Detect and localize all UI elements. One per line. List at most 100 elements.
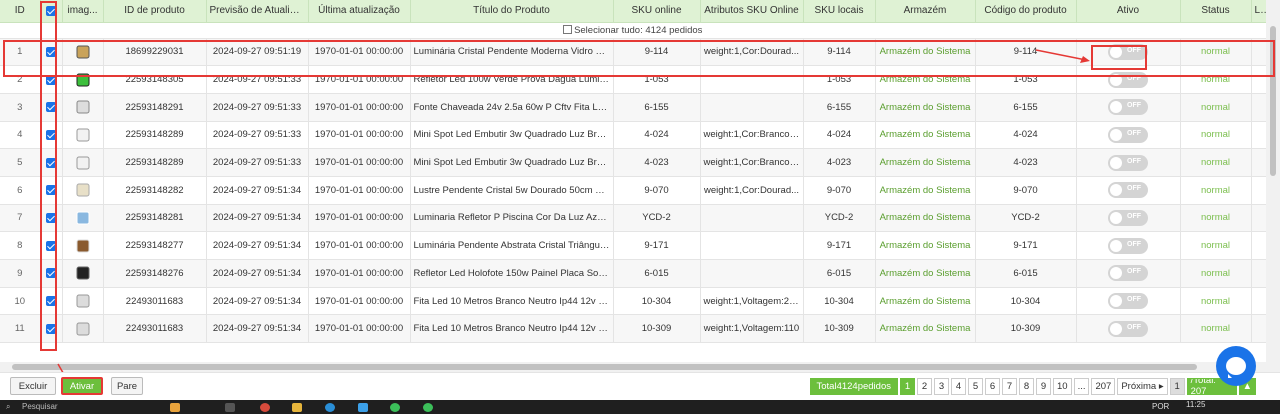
taskbar-spotify-icon[interactable] <box>390 403 400 412</box>
row-select-cell[interactable] <box>40 121 63 150</box>
col-header-title[interactable]: Título do Produto <box>410 0 614 23</box>
horizontal-scrollbar[interactable] <box>0 362 1266 372</box>
row-image-cell[interactable] <box>62 231 104 260</box>
excluir-button[interactable]: Excluir <box>10 377 56 395</box>
row-select-cell[interactable] <box>40 259 63 288</box>
row-checkbox[interactable] <box>46 102 56 113</box>
taskbar-store-icon[interactable] <box>358 403 368 412</box>
active-toggle[interactable]: OFF <box>1108 71 1148 88</box>
col-header-product-id[interactable]: ID de produto <box>103 0 207 23</box>
table-row[interactable]: 3 22593148291 2024-09-27 09:51:33 1970-01-0… <box>0 93 1266 122</box>
row-select-cell[interactable] <box>40 93 63 122</box>
table-row[interactable]: 6 22593148282 2024-09-27 09:51:34 1970-01-0… <box>0 176 1266 205</box>
row-image-cell[interactable] <box>62 204 104 233</box>
row-select-cell[interactable] <box>40 176 63 205</box>
active-toggle[interactable]: OFF <box>1108 265 1148 282</box>
table-row[interactable]: 4 22593148289 2024-09-27 09:51:33 1970-01-0… <box>0 121 1266 150</box>
chat-support-button[interactable] <box>1216 346 1256 386</box>
row-image-cell[interactable] <box>62 93 104 122</box>
taskbar-edge-icon[interactable] <box>325 403 335 412</box>
active-toggle[interactable]: OFF <box>1108 154 1148 171</box>
row-image-cell[interactable] <box>62 65 104 94</box>
pagination-goto-input[interactable]: 1 <box>1169 377 1185 395</box>
table-row[interactable]: 11 22493011683 2024-09-27 09:51:34 1970-01-… <box>0 314 1266 344</box>
active-toggle[interactable]: OFF <box>1108 126 1148 143</box>
row-select-cell[interactable] <box>40 231 63 260</box>
row-warehouse[interactable]: Armazém do Sistema <box>875 204 976 233</box>
table-row[interactable]: 9 22593148276 2024-09-27 09:51:34 1970-01-0… <box>0 259 1266 288</box>
row-checkbox[interactable] <box>46 323 56 334</box>
table-row[interactable]: 1 18699229031 2024-09-27 09:51:19 1970-01-0… <box>0 38 1266 67</box>
row-log[interactable] <box>1251 231 1266 260</box>
row-image-cell[interactable] <box>62 176 104 205</box>
row-log[interactable] <box>1251 121 1266 150</box>
ativar-button[interactable]: Ativar <box>61 377 103 395</box>
col-header-forecast[interactable]: Previsão de Atualizaç... <box>206 0 309 23</box>
col-header-log[interactable]: Log <box>1251 0 1266 23</box>
row-checkbox[interactable] <box>46 268 56 279</box>
taskbar-chrome-icon[interactable] <box>260 403 270 412</box>
vertical-scroll-thumb[interactable] <box>1270 26 1276 176</box>
row-image-cell[interactable] <box>62 148 104 177</box>
select-all-cell[interactable]: Selecionar tudo: 4124 pedidos <box>0 22 1266 39</box>
taskbar-clock[interactable]: 11:25 <box>1186 400 1205 409</box>
row-log[interactable] <box>1251 314 1266 344</box>
row-log[interactable] <box>1251 38 1266 67</box>
row-image-cell[interactable] <box>62 287 104 316</box>
row-select-cell[interactable] <box>40 204 63 233</box>
row-checkbox[interactable] <box>46 212 56 223</box>
pagination-page-8[interactable]: 8 <box>1018 377 1034 395</box>
select-all-checkbox[interactable] <box>46 5 56 16</box>
row-checkbox[interactable] <box>46 240 56 251</box>
row-log[interactable] <box>1251 176 1266 205</box>
pagination-page-207[interactable]: 207 <box>1091 377 1116 395</box>
col-header-id[interactable]: ID <box>0 0 41 23</box>
row-warehouse[interactable]: Armazém do Sistema <box>875 148 976 177</box>
row-log[interactable] <box>1251 93 1266 122</box>
active-toggle[interactable]: OFF <box>1108 293 1148 310</box>
row-log[interactable] <box>1251 287 1266 316</box>
table-row[interactable]: 10 22493011683 2024-09-27 09:51:34 1970-01-… <box>0 287 1266 316</box>
table-row[interactable]: 5 22593148289 2024-09-27 09:51:33 1970-01-0… <box>0 148 1266 177</box>
horizontal-scroll-thumb[interactable] <box>12 364 1197 370</box>
row-checkbox[interactable] <box>46 185 56 196</box>
table-row[interactable]: 7 22593148281 2024-09-27 09:51:34 1970-01-0… <box>0 204 1266 233</box>
active-toggle[interactable]: OFF <box>1108 43 1148 60</box>
row-image-cell[interactable] <box>62 314 104 344</box>
col-header-status[interactable]: Status <box>1180 0 1252 23</box>
pagination-page-6[interactable]: 6 <box>984 377 1000 395</box>
row-checkbox[interactable] <box>46 46 56 57</box>
col-header-sku-attrs[interactable]: Atributos SKU Online <box>700 0 804 23</box>
row-checkbox[interactable] <box>46 157 56 168</box>
table-row[interactable]: 2 22593148305 2024-09-27 09:51:33 1970-01-0… <box>0 65 1266 94</box>
pagination-page-1[interactable]: 1 <box>899 377 915 395</box>
pagination-page-9[interactable]: 9 <box>1035 377 1051 395</box>
row-warehouse[interactable]: Armazém do Sistema <box>875 231 976 260</box>
active-toggle[interactable]: OFF <box>1108 320 1148 337</box>
col-header-product-code[interactable]: Código do produto <box>975 0 1077 23</box>
row-warehouse[interactable]: Armazém do Sistema <box>875 38 976 67</box>
taskbar-search[interactable]: Pesquisar <box>22 402 58 411</box>
select-all-pages-checkbox[interactable] <box>563 25 573 35</box>
pagination-next-button[interactable]: Próxima ▸ <box>1117 377 1168 395</box>
active-toggle[interactable]: OFF <box>1108 99 1148 116</box>
col-header-image[interactable]: imag... <box>62 0 104 23</box>
pagination-page-7[interactable]: 7 <box>1001 377 1017 395</box>
row-checkbox[interactable] <box>46 296 56 307</box>
row-log[interactable] <box>1251 148 1266 177</box>
active-toggle[interactable]: OFF <box>1108 182 1148 199</box>
pagination-page-2[interactable]: 2 <box>916 377 932 395</box>
row-warehouse[interactable]: Armazém do Sistema <box>875 259 976 288</box>
row-warehouse[interactable]: Armazém do Sistema <box>875 287 976 316</box>
taskbar-task-view-icon[interactable] <box>225 403 235 412</box>
active-toggle[interactable]: OFF <box>1108 237 1148 254</box>
row-warehouse[interactable]: Armazém do Sistema <box>875 93 976 122</box>
col-header-sku-local[interactable]: SKU locais <box>803 0 876 23</box>
taskbar-language[interactable]: POR <box>1152 402 1169 411</box>
pagination-page-10[interactable]: 10 <box>1052 377 1072 395</box>
table-row[interactable]: 8 22593148277 2024-09-27 09:51:34 1970-01-0… <box>0 231 1266 260</box>
taskbar-whatsapp-icon[interactable] <box>423 403 433 412</box>
row-checkbox[interactable] <box>46 129 56 140</box>
taskbar-app-icon[interactable] <box>170 403 180 412</box>
row-select-cell[interactable] <box>40 314 63 344</box>
